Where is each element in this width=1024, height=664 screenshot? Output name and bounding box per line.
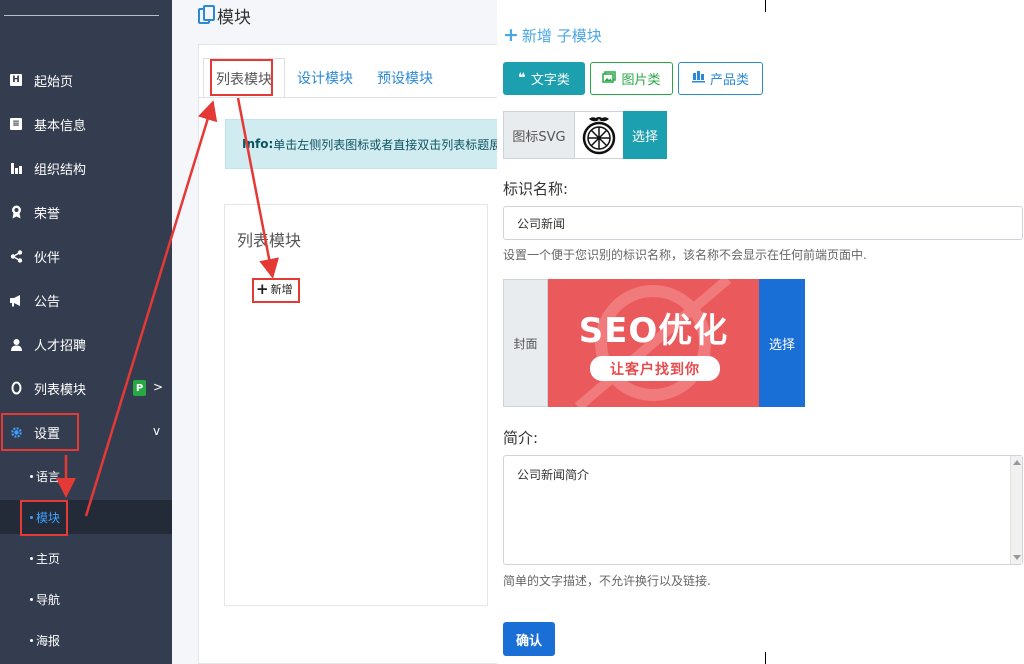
cover-label: 封面 — [503, 279, 548, 407]
type-label: 文字类 — [530, 73, 570, 88]
sidebar-subitem-home[interactable]: 主页 — [0, 541, 172, 575]
divider-line — [765, 652, 766, 664]
cover-image: SEO优化 让客户找到你 — [548, 279, 759, 407]
intro-value: 公司新闻简介 — [517, 468, 590, 482]
sidebar-item-label: 列表模块 — [34, 382, 87, 398]
tab-design-module[interactable]: 设计模块 — [285, 58, 365, 98]
orange-slice-icon — [582, 117, 616, 155]
megaphone-icon — [9, 293, 23, 307]
bullet-icon — [30, 474, 33, 478]
sidebar-item-partner[interactable]: 伙伴 — [0, 236, 172, 276]
sidebar-divider — [4, 15, 159, 16]
intro-label: 简介: — [503, 429, 539, 447]
org-chart-icon — [9, 161, 23, 175]
sidebar-subitem-language[interactable]: 语言 — [0, 459, 172, 493]
award-icon — [9, 205, 23, 219]
h-box-icon: H — [9, 73, 23, 87]
list-module-title: 列表模块 — [237, 231, 302, 250]
intro-help-text: 简单的文字描述，不允许换行以及链接. — [503, 574, 711, 588]
user-icon — [9, 337, 23, 351]
sidebar-item-label: 伙伴 — [34, 250, 61, 266]
info-alert: Info: 单击左侧列表图标或者直接双击列表标题展 — [225, 119, 505, 169]
sidebar-subitem-label: 导航 — [36, 592, 61, 607]
sidebar-item-label: 设置 — [34, 426, 61, 442]
tab-divider — [199, 97, 499, 98]
type-image-button[interactable]: 图片类 — [590, 62, 673, 95]
add-sub-module-header: + 新增 子模块 — [503, 24, 602, 46]
sidebar-item-start[interactable]: H 起始页 — [0, 60, 172, 100]
info-text: 单击左侧列表图标或者直接双击列表标题展 — [273, 137, 502, 152]
divider-line — [765, 0, 766, 12]
sidebar-item-list-module[interactable]: 列表模块 P > — [0, 368, 172, 408]
scroll-up-icon[interactable] — [1013, 460, 1021, 465]
p-badge: P — [133, 380, 146, 396]
icon-choose-button[interactable]: 选择 — [623, 111, 667, 159]
bullet-icon — [30, 515, 33, 519]
confirm-button[interactable]: 确认 — [503, 622, 555, 656]
sidebar-subitem-label: 主页 — [36, 551, 61, 566]
share-icon — [9, 249, 23, 263]
cover-choose-button[interactable]: 选择 — [759, 279, 805, 407]
cover-group: 封面 SEO优化 让客户找到你 选择 — [503, 279, 805, 407]
page-title: 模块 — [198, 3, 251, 28]
chevron-right-icon: > — [153, 380, 164, 394]
cover-image-subtitle: 让客户找到你 — [590, 356, 720, 381]
gear-icon — [9, 425, 23, 439]
name-label: 标识名称: — [503, 180, 569, 198]
icon-svg-preview — [575, 111, 623, 159]
plus-icon: + — [256, 280, 269, 298]
sidebar-item-label: 组织结构 — [34, 162, 87, 178]
product-icon — [691, 70, 705, 87]
add-button[interactable]: + 新增 — [256, 280, 293, 298]
sidebar-item-basic-info[interactable]: ≡ 基本信息 — [0, 104, 172, 144]
type-product-button[interactable]: 产品类 — [678, 62, 763, 95]
type-text-button[interactable]: ❝ 文字类 — [503, 62, 585, 95]
sidebar-item-settings[interactable]: 设置 v — [0, 412, 172, 452]
tab-preset-module[interactable]: 预设模块 — [365, 58, 445, 98]
sidebar-subitem-label: 海报 — [36, 633, 61, 648]
scroll-down-icon[interactable] — [1013, 555, 1021, 560]
bullet-icon — [30, 556, 33, 560]
sidebar-item-label: 基本信息 — [34, 118, 87, 134]
module-tabs: 列表模块 设计模块 预设模块 — [203, 58, 445, 98]
type-label: 图片类 — [621, 73, 661, 88]
id-card-icon: ≡ — [9, 117, 23, 131]
cover-image-title: SEO优化 — [578, 311, 729, 351]
bullet-icon — [30, 597, 33, 601]
name-help-text: 设置一个便于您识别的标识名称，该名称不会显示在任何前端页面中. — [503, 248, 867, 262]
sidebar-item-label: 人才招聘 — [34, 338, 87, 354]
sidebar-item-label: 荣誉 — [34, 206, 61, 222]
plus-icon: + — [503, 24, 519, 46]
sidebar-item-label: 起始页 — [34, 74, 74, 90]
sidebar-subitem-label: 模块 — [36, 510, 61, 525]
images-icon — [602, 70, 617, 87]
list-module-card — [224, 204, 488, 606]
icon-svg-label: 图标SVG — [503, 111, 575, 159]
quote-icon: ❝ — [518, 71, 526, 86]
sidebar-item-recruit[interactable]: 人才招聘 — [0, 324, 172, 364]
sidebar-subitem-label: 语言 — [36, 469, 61, 484]
circle-icon — [9, 381, 23, 395]
sidebar-item-label: 公告 — [34, 294, 61, 310]
sidebar: H 起始页 ≡ 基本信息 组织结构 荣誉 伙伴 公告 人才招聘 列表模块 P >… — [0, 0, 172, 664]
chevron-down-icon: v — [153, 424, 161, 438]
add-button-label: 新增 — [270, 283, 293, 296]
page-title-text: 模块 — [217, 8, 251, 28]
type-label: 产品类 — [709, 73, 749, 88]
copy-icon — [198, 4, 215, 24]
bullet-icon — [30, 638, 33, 642]
sidebar-subitem-poster[interactable]: 海报 — [0, 623, 172, 657]
sidebar-subitem-nav[interactable]: 导航 — [0, 582, 172, 616]
icon-svg-group: 图标SVG 选择 — [503, 111, 667, 159]
intro-textarea[interactable]: 公司新闻简介 — [503, 455, 1023, 565]
sidebar-item-org[interactable]: 组织结构 — [0, 148, 172, 188]
add-sub-module-label: 新增 子模块 — [521, 26, 602, 45]
sidebar-item-honor[interactable]: 荣誉 — [0, 192, 172, 232]
info-prefix: Info: — [242, 137, 274, 151]
textarea-scrollbar[interactable] — [1010, 456, 1022, 564]
tab-list-module[interactable]: 列表模块 — [203, 58, 285, 98]
sidebar-subitem-module[interactable]: 模块 — [0, 500, 172, 534]
name-input[interactable]: 公司新闻 — [503, 206, 1023, 240]
sidebar-item-notice[interactable]: 公告 — [0, 280, 172, 320]
